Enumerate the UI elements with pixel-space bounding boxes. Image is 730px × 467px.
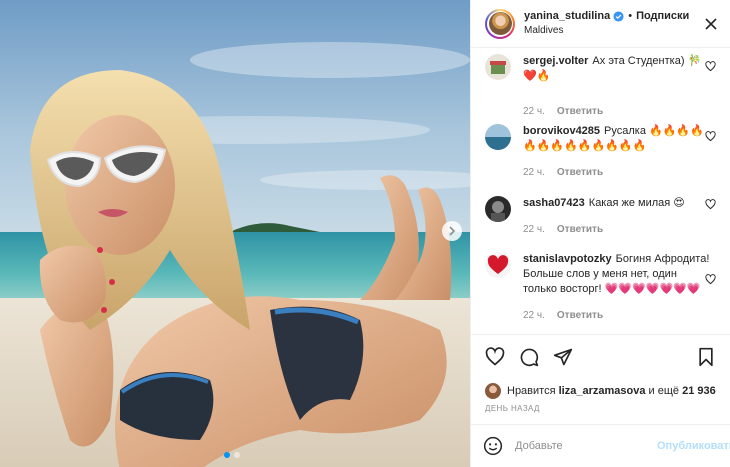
commenter-avatar[interactable] — [485, 252, 511, 278]
close-icon — [705, 17, 717, 30]
post-panel: yanina_studilina • Подписки Maldives ser… — [470, 0, 730, 467]
paper-plane-icon — [553, 348, 573, 365]
comment-item: sasha07423 Какая же милая 😍 22 ч. Ответит… — [485, 196, 720, 237]
comment-time[interactable]: 22 ч. — [523, 165, 545, 180]
action-bar — [471, 334, 730, 378]
bookmark-icon — [699, 347, 713, 366]
comment-button[interactable] — [517, 345, 541, 369]
like-button[interactable] — [483, 345, 507, 369]
comment-time[interactable]: 22 ч. — [523, 104, 545, 119]
post-dialog: yanina_studilina • Подписки Maldives ser… — [0, 0, 730, 467]
heart-outline-icon[interactable] — [705, 274, 716, 285]
comment-item: stanislavpotozky Богиня Афродита! Больше … — [485, 252, 720, 323]
comment-input[interactable] — [515, 440, 657, 452]
comment-username[interactable]: borovikov4285 — [523, 125, 600, 137]
carousel-next-button[interactable] — [442, 221, 462, 241]
heart-outline-icon[interactable] — [705, 61, 716, 72]
comment-time[interactable]: 22 ч. — [523, 308, 545, 323]
heart-outline-icon[interactable] — [705, 199, 716, 210]
likes-prefix: Нравится — [507, 385, 556, 397]
carousel-dot — [234, 452, 240, 458]
comments-list[interactable]: sergej.volter Ах эта Студентка) 🎋❤️🔥 22 ч… — [471, 48, 730, 334]
heart-outline-icon[interactable] — [705, 131, 716, 142]
publish-button[interactable]: Опубликовать — [657, 440, 730, 452]
comment-item: borovikov4285 Русалка 🔥🔥🔥🔥🔥🔥🔥🔥🔥🔥🔥🔥🔥 22 ч.… — [485, 124, 720, 180]
reply-button[interactable]: Ответить — [557, 308, 603, 323]
post-location[interactable]: Maldives — [524, 25, 700, 37]
reply-button[interactable]: Ответить — [557, 222, 603, 237]
share-button[interactable] — [551, 345, 575, 369]
save-button[interactable] — [694, 345, 718, 369]
post-header: yanina_studilina • Подписки Maldives — [471, 0, 730, 48]
likes-middle: и ещё — [648, 385, 680, 397]
liker-username[interactable]: liza_arzamasova — [559, 385, 646, 397]
comment-username[interactable]: stanislavpotozky — [523, 253, 612, 265]
post-date[interactable]: ДЕНЬ НАЗАД — [471, 404, 730, 424]
liker-avatar[interactable] — [485, 383, 501, 399]
comment-time[interactable]: 22 ч. — [523, 222, 545, 237]
smiley-icon — [483, 436, 503, 456]
author-avatar[interactable] — [485, 8, 515, 39]
comment-composer: Опубликовать — [471, 424, 730, 467]
likes-count[interactable]: 21 936 — [682, 385, 716, 397]
verified-badge-icon — [613, 11, 624, 22]
commenter-avatar[interactable] — [485, 196, 511, 222]
speech-bubble-icon — [520, 348, 539, 366]
likes-summary: Нравится liza_arzamasova и ещё 21 936 — [471, 378, 730, 404]
more-options-button[interactable] — [700, 13, 722, 35]
post-media[interactable] — [0, 0, 470, 467]
carousel-dot-active — [224, 452, 230, 458]
commenter-avatar[interactable] — [485, 124, 511, 150]
header-separator: • — [628, 9, 633, 22]
reply-button[interactable]: Ответить — [557, 165, 603, 180]
reply-button[interactable]: Ответить — [557, 104, 603, 119]
comment-username[interactable]: sergej.volter — [523, 55, 588, 67]
comment-username[interactable]: sasha07423 — [523, 197, 585, 209]
emoji-button[interactable] — [483, 435, 503, 457]
chevron-right-icon — [449, 226, 456, 236]
post-photo — [0, 0, 470, 467]
author-username[interactable]: yanina_studilina — [524, 10, 610, 23]
heart-icon — [485, 346, 505, 366]
comment-text: Какая же милая 😍 — [588, 197, 685, 209]
commenter-avatar[interactable] — [485, 54, 511, 80]
comment-item: sergej.volter Ах эта Студентка) 🎋❤️🔥 22 ч… — [485, 54, 720, 119]
follow-button[interactable]: Подписки — [636, 10, 689, 23]
carousel-indicator — [224, 452, 240, 458]
